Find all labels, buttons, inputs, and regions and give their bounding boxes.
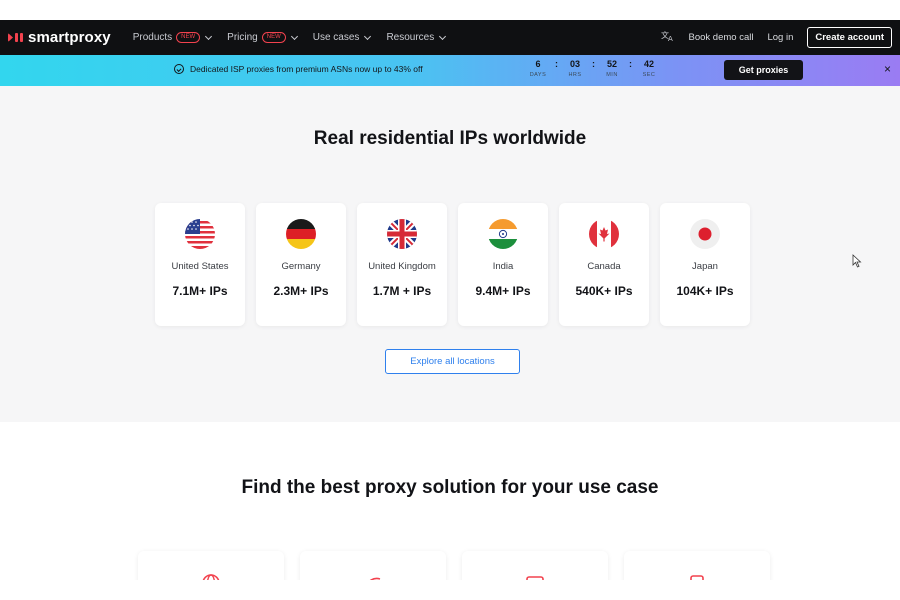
location-country: United Kingdom — [368, 261, 436, 272]
countdown-label: DAYS — [529, 72, 547, 78]
book-demo-link[interactable]: Book demo call — [689, 32, 754, 43]
countdown-days: 6 DAYS — [527, 59, 549, 78]
nav-products-label: Products — [132, 32, 173, 43]
location-ips: 104K+ IPs — [676, 284, 734, 298]
location-country: United States — [171, 261, 229, 272]
countdown-value: 42 — [643, 59, 654, 69]
countdown-separator: : — [592, 59, 595, 69]
countdown-minutes: 52 MIN — [601, 59, 623, 78]
location-country: Germany — [281, 261, 321, 272]
use-cases-title: Find the best proxy solution for your us… — [241, 477, 659, 498]
chevron-down-icon — [290, 32, 298, 40]
promo-text: Dedicated ISP proxies from premium ASNs … — [190, 64, 423, 74]
location-card[interactable]: United States 7.1M+ IPs — [155, 203, 245, 326]
translate-icon[interactable]: 文 A — [661, 30, 675, 45]
viewport-bottom — [0, 580, 900, 600]
uk-flag-icon — [387, 219, 417, 249]
nav-resources-label: Resources — [386, 32, 435, 43]
explore-locations-button[interactable]: Explore all locations — [385, 349, 520, 374]
locations-section: Real residential IPs worldwide United St… — [0, 86, 900, 422]
nav-pricing[interactable]: Pricing NEW — [227, 32, 298, 43]
location-card[interactable]: Canada 540K+ IPs — [559, 203, 649, 326]
countdown-separator: : — [555, 59, 558, 69]
countdown-value: 6 — [535, 59, 541, 69]
ca-flag-icon — [589, 219, 619, 249]
get-proxies-button[interactable]: Get proxies — [724, 60, 803, 80]
location-ips: 7.1M+ IPs — [172, 284, 228, 298]
promo-message[interactable]: Dedicated ISP proxies from premium ASNs … — [174, 64, 423, 74]
location-ips: 2.3M+ IPs — [273, 284, 329, 298]
badge-check-icon — [174, 64, 184, 74]
jp-flag-icon — [690, 219, 720, 249]
login-link[interactable]: Log in — [767, 32, 793, 43]
us-flag-icon — [185, 219, 215, 249]
countdown-timer: 6 DAYS : 03 HRS : 52 MIN : 42 SEC — [527, 59, 660, 78]
brand-logo[interactable]: smartproxy — [8, 29, 111, 46]
chevron-down-icon — [205, 32, 213, 40]
location-ips: 540K+ IPs — [575, 284, 633, 298]
page: smartproxy Products NEW Pricing NEW Use … — [0, 0, 900, 600]
nav-resources[interactable]: Resources — [386, 32, 447, 43]
countdown-seconds: 42 SEC — [638, 59, 660, 78]
chevron-down-icon — [364, 32, 372, 40]
countdown-value: 03 — [569, 59, 580, 69]
countdown-label: SEC — [642, 72, 656, 78]
top-strip — [0, 0, 900, 20]
nav-right: 文 A Book demo call Log in Create account — [661, 27, 892, 48]
location-country: India — [492, 261, 514, 272]
locations-title: Real residential IPs worldwide — [313, 128, 587, 149]
new-badge: NEW — [261, 32, 286, 43]
close-icon[interactable]: × — [884, 63, 891, 75]
location-card[interactable]: Germany 2.3M+ IPs — [256, 203, 346, 326]
location-ips: 9.4M+ IPs — [475, 284, 531, 298]
location-card[interactable]: India 9.4M+ IPs — [458, 203, 548, 326]
nav-products[interactable]: Products NEW — [132, 32, 213, 43]
location-cards: United States 7.1M+ IPs Germany 2.3M+ IP… — [155, 203, 750, 326]
countdown-separator: : — [629, 59, 632, 69]
svg-text:A: A — [668, 35, 673, 42]
location-card[interactable]: United Kingdom 1.7M + IPs — [357, 203, 447, 326]
countdown-label: MIN — [606, 72, 618, 78]
nav-use-cases[interactable]: Use cases — [312, 32, 372, 43]
logo-text: smartproxy — [28, 29, 111, 46]
nav-pricing-label: Pricing — [227, 32, 258, 43]
nav-use-cases-label: Use cases — [312, 32, 360, 43]
logo-mark-icon — [8, 33, 23, 42]
location-ips: 1.7M + IPs — [372, 284, 432, 298]
top-navbar: smartproxy Products NEW Pricing NEW Use … — [0, 20, 900, 55]
mouse-cursor-icon — [852, 254, 862, 268]
countdown-value: 52 — [606, 59, 617, 69]
chevron-down-icon — [439, 32, 447, 40]
countdown-label: HRS — [568, 72, 582, 78]
de-flag-icon — [286, 219, 316, 249]
in-flag-icon — [488, 219, 518, 249]
new-badge: NEW — [176, 32, 201, 43]
location-country: Japan — [692, 261, 718, 272]
countdown-hours: 03 HRS — [564, 59, 586, 78]
location-country: Canada — [587, 261, 621, 272]
create-account-button[interactable]: Create account — [807, 27, 892, 48]
location-card[interactable]: Japan 104K+ IPs — [660, 203, 750, 326]
